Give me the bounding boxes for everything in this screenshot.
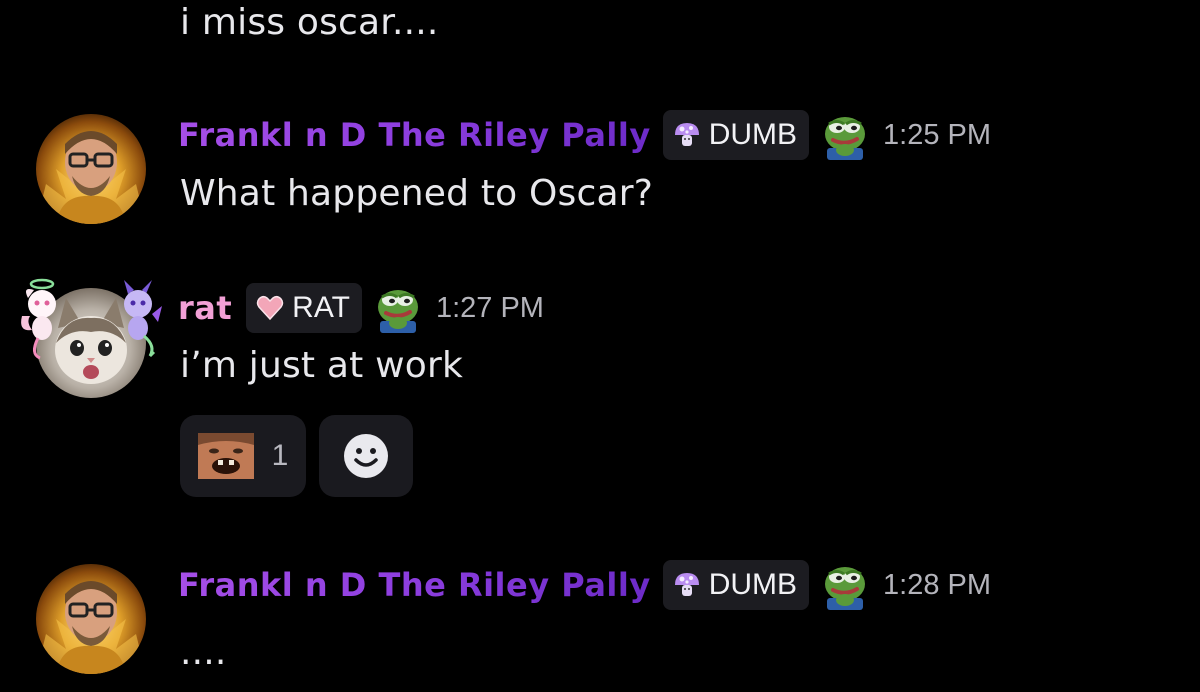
add-reaction-button[interactable] bbox=[319, 415, 413, 497]
smiley-face-icon bbox=[344, 434, 388, 478]
message-text: i miss oscar.... bbox=[180, 2, 439, 43]
avatar[interactable] bbox=[36, 114, 146, 224]
timestamp: 1:25 PM bbox=[883, 118, 992, 151]
username[interactable]: Frankl n D The Riley Pally bbox=[178, 566, 651, 604]
username[interactable]: Frankl n D The Riley Pally bbox=[178, 116, 651, 154]
reaction-count: 1 bbox=[271, 439, 289, 472]
pepe-frog-icon[interactable] bbox=[821, 110, 869, 160]
username[interactable]: rat bbox=[178, 289, 232, 327]
message-header: rat RAT 1:27 PM bbox=[178, 281, 544, 335]
laughing-man-emoji bbox=[197, 433, 254, 479]
angel-decoration-icon bbox=[21, 278, 56, 360]
role-tag[interactable]: RAT bbox=[246, 283, 362, 333]
message-text: .... bbox=[180, 632, 227, 673]
role-tag[interactable]: DUMB bbox=[662, 110, 810, 160]
message-text: i’m just at work bbox=[180, 345, 464, 386]
message-header: Frankl n D The Riley Pally DUMB 1:28 PM bbox=[178, 558, 991, 612]
pepe-frog-icon[interactable] bbox=[374, 283, 422, 333]
reaction-button[interactable]: 1 bbox=[180, 415, 306, 497]
franklin-avatar-icon bbox=[36, 114, 146, 224]
role-label: DUMB bbox=[708, 568, 798, 601]
timestamp: 1:28 PM bbox=[883, 568, 992, 601]
avatar[interactable] bbox=[36, 564, 146, 674]
purple-mushroom-icon bbox=[673, 571, 701, 599]
role-label: DUMB bbox=[708, 118, 798, 151]
timestamp: 1:27 PM bbox=[435, 291, 544, 324]
purple-mushroom-icon bbox=[673, 121, 701, 149]
message-text: What happened to Oscar? bbox=[180, 173, 654, 214]
role-tag[interactable]: DUMB bbox=[662, 560, 810, 610]
role-label: RAT bbox=[292, 291, 350, 324]
franklin-avatar-icon bbox=[36, 564, 146, 674]
message-header: Frankl n D The Riley Pally DUMB 1:25 PM bbox=[178, 108, 991, 162]
pepe-frog-icon[interactable] bbox=[821, 560, 869, 610]
pink-heart-icon bbox=[256, 295, 284, 321]
devil-decoration-icon bbox=[124, 280, 162, 358]
